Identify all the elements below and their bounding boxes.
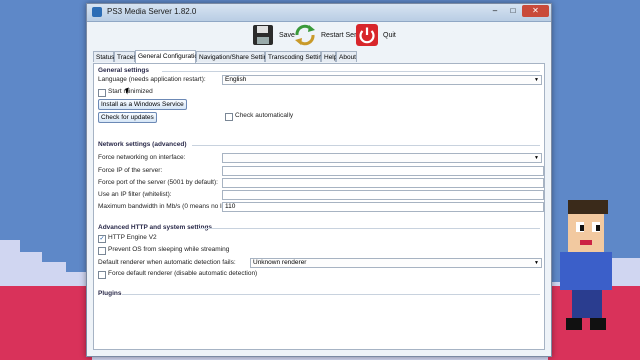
tab-transcoding-settings[interactable]: Transcoding Settings (265, 51, 329, 62)
title-bar: PS3 Media Server 1.82.0 – □ ✕ (87, 4, 551, 22)
default-renderer-value: Unknown renderer (253, 259, 307, 266)
prevent-sleep-label: Prevent OS from sleeping while streaming (108, 246, 230, 253)
check-automatically-checkbox[interactable] (225, 113, 233, 121)
chevron-down-icon: ▼ (534, 155, 539, 161)
floppy-disk-icon (253, 25, 273, 45)
prevent-sleep-checkbox[interactable] (98, 247, 106, 255)
divider (162, 71, 540, 72)
general-settings-heading: General settings (98, 67, 149, 74)
chevron-down-icon: ▼ (534, 260, 539, 266)
plugins-heading: Plugins (98, 290, 122, 297)
toolbar: Save Restart Server Quit (87, 22, 551, 48)
ip-filter-input[interactable] (222, 190, 544, 200)
divider (192, 145, 540, 146)
install-service-button[interactable]: Install as a Windows Service (98, 99, 187, 110)
start-minimized-checkbox[interactable] (98, 89, 106, 97)
check-automatically-label: Check automatically (235, 112, 294, 119)
tab-status[interactable]: Status (93, 51, 114, 62)
network-settings-heading: Network settings (advanced) (98, 141, 187, 148)
background-hill (0, 240, 20, 286)
app-window: PS3 Media Server 1.82.0 – □ ✕ Save Resta… (86, 3, 552, 357)
force-default-renderer-label: Force default renderer (disable automati… (108, 270, 258, 277)
window-title: PS3 Media Server 1.82.0 (107, 7, 197, 16)
background-hill (20, 252, 42, 286)
tab-about[interactable]: About (336, 51, 357, 62)
divider (198, 228, 540, 229)
check-updates-button[interactable]: Check for updates (98, 112, 157, 123)
force-ip-label: Force IP of the server: (98, 167, 163, 174)
tab-navigation-share-settings[interactable]: Navigation/Share Settings (196, 51, 274, 62)
language-value: English (225, 76, 247, 83)
language-label: Language (needs application restart): (98, 76, 206, 83)
refresh-arrows-icon (295, 24, 315, 46)
force-port-input[interactable] (222, 178, 544, 188)
quit-label: Quit (383, 32, 396, 39)
background-field (0, 286, 92, 360)
force-ip-input[interactable] (222, 166, 544, 176)
app-icon (92, 7, 102, 17)
minimize-button[interactable]: – (486, 5, 504, 17)
tab-traces[interactable]: Traces (114, 51, 137, 62)
close-button[interactable]: ✕ (522, 5, 549, 17)
ip-filter-label: Use an IP filter (whitelist): (98, 191, 172, 198)
force-default-renderer-checkbox[interactable] (98, 271, 106, 279)
maximize-button[interactable]: □ (504, 5, 522, 17)
tab-help[interactable]: Help (321, 51, 337, 62)
max-bandwidth-label: Maximum bandwidth in Mb/s (0 means no li… (98, 203, 236, 210)
http-engine-checkbox[interactable]: ✓ (98, 235, 106, 243)
advanced-http-heading: Advanced HTTP and system settings (98, 224, 213, 231)
power-icon (356, 24, 378, 46)
default-renderer-select[interactable]: Unknown renderer ▼ (250, 258, 542, 268)
chevron-down-icon: ▼ (534, 77, 539, 83)
divider (122, 294, 540, 295)
language-select[interactable]: English ▼ (222, 75, 542, 85)
default-renderer-label: Default renderer when automatic detectio… (98, 259, 236, 266)
general-configuration-panel: General settings Language (needs applica… (93, 63, 545, 350)
force-port-label: Force port of the server (5001 by defaul… (98, 179, 218, 186)
max-bandwidth-input[interactable]: 110 (222, 202, 544, 212)
http-engine-label: HTTP Engine V2 (108, 234, 157, 241)
force-interface-select[interactable]: ▼ (222, 153, 542, 163)
tab-general-configuration[interactable]: General Configuration (135, 50, 202, 63)
force-interface-label: Force networking on interface: (98, 154, 186, 161)
